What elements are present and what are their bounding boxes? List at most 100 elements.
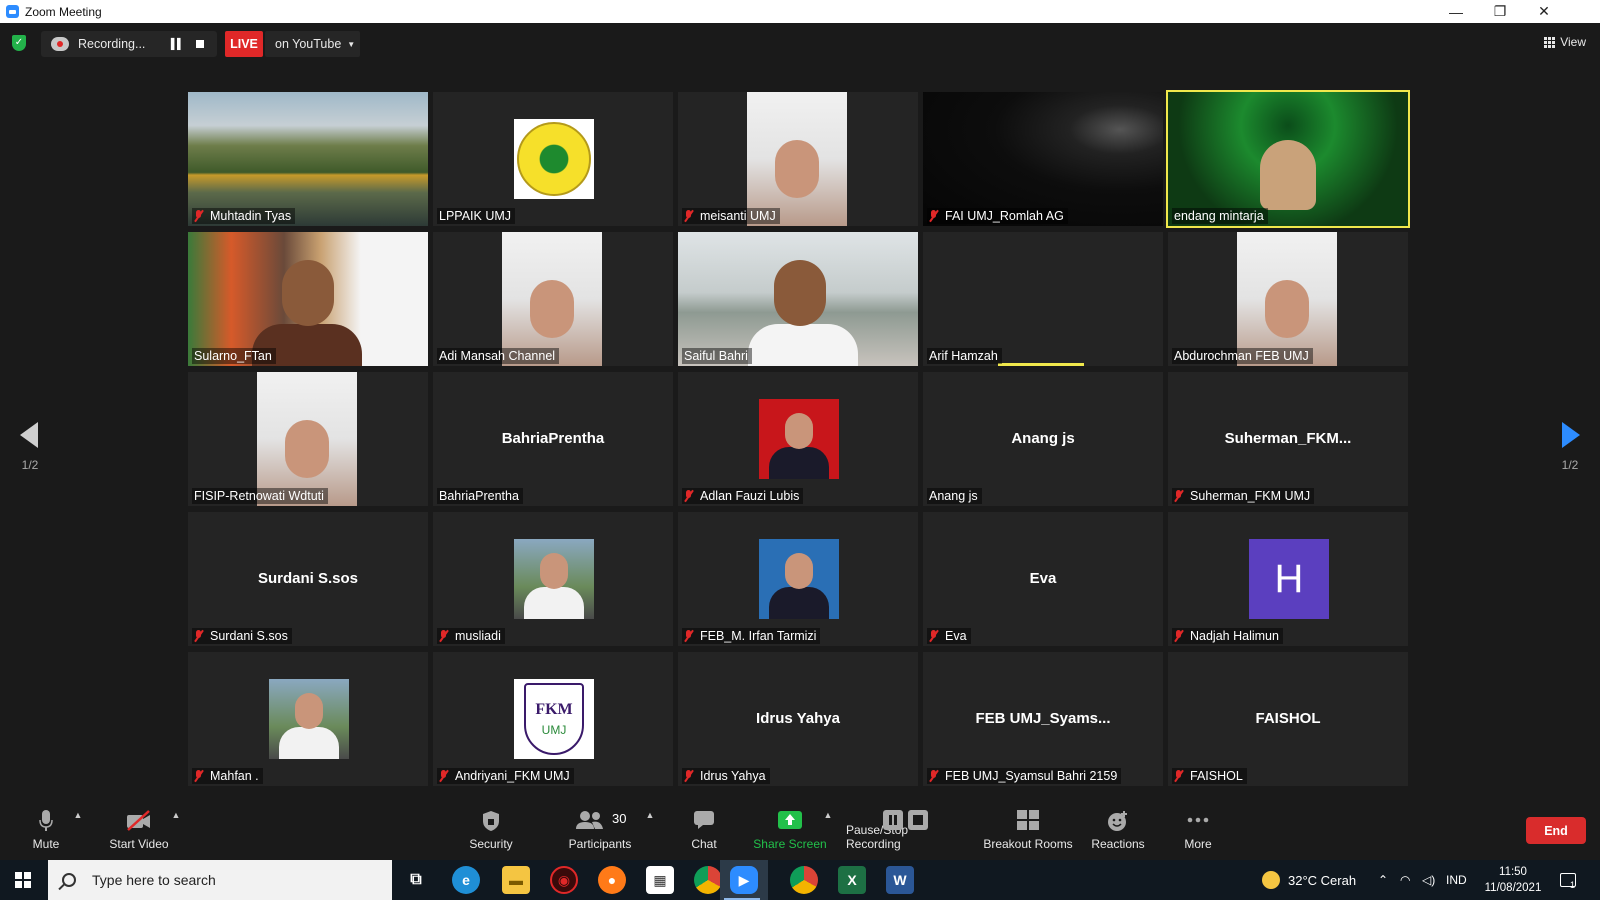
clock-time: 11:50: [1499, 866, 1527, 878]
share-screen-icon: [778, 811, 802, 829]
more-button[interactable]: More: [1180, 804, 1216, 856]
notification-center-icon[interactable]: 1: [1560, 860, 1576, 900]
participant-tile[interactable]: endang mintarja: [1166, 90, 1410, 228]
live-platform-dropdown[interactable]: on YouTube ▼: [265, 31, 360, 57]
participant-tile[interactable]: Adlan Fauzi Lubis: [678, 372, 918, 506]
file-explorer-icon[interactable]: ▬: [502, 866, 530, 894]
taskbar-search-box[interactable]: Type here to search: [48, 860, 392, 900]
participant-tile[interactable]: FAI UMJ_Romlah AG: [923, 92, 1163, 226]
participant-video: [188, 232, 428, 366]
edge-browser-icon[interactable]: e: [452, 866, 480, 894]
participant-tile[interactable]: Adi Mansah Channel: [433, 232, 673, 366]
share-screen-button[interactable]: Share Screen: [752, 804, 828, 856]
participants-options-button[interactable]: ▲: [644, 804, 656, 856]
participant-video: [188, 92, 428, 226]
arrow-right-icon: [1562, 422, 1580, 448]
chrome-profile-icon[interactable]: [790, 866, 818, 894]
participant-tile[interactable]: FEB_M. Irfan Tarmizi: [678, 512, 918, 646]
excel-icon[interactable]: X: [838, 866, 866, 894]
restore-button[interactable]: ❐: [1478, 0, 1522, 23]
participant-video: [678, 232, 918, 366]
view-button[interactable]: View: [1544, 35, 1586, 49]
tray-overflow-icon[interactable]: ⌃: [1378, 860, 1388, 900]
participants-button[interactable]: 30 Participants: [562, 804, 638, 856]
participant-face: [785, 553, 813, 589]
participant-tile[interactable]: musliadi: [433, 512, 673, 646]
chat-icon: [694, 811, 714, 829]
participant-name-label: Andriyani_FKM UMJ: [437, 768, 574, 784]
participant-name-label: Anang js: [927, 488, 982, 504]
more-dots-icon: [1187, 817, 1209, 823]
participant-tile[interactable]: Idrus Yahya Idrus Yahya: [678, 652, 918, 786]
pause-recording-icon[interactable]: ▌▌: [169, 37, 185, 51]
share-options-button[interactable]: ▲: [822, 804, 834, 856]
store-icon[interactable]: ▦: [646, 866, 674, 894]
start-video-button[interactable]: Start Video: [106, 804, 172, 856]
pause-stop-icon: [883, 810, 928, 830]
participant-tile[interactable]: LPPAIK UMJ: [433, 92, 673, 226]
chat-button[interactable]: Chat: [686, 804, 722, 856]
wifi-icon[interactable]: ◠: [1400, 860, 1410, 900]
participant-tile[interactable]: Suherman_FKM... Suherman_FKM UMJ: [1168, 372, 1408, 506]
zoom-taskbar-icon[interactable]: ▶: [730, 866, 758, 894]
pause-stop-recording-button[interactable]: Pause/Stop Recording: [846, 804, 966, 856]
participant-tile[interactable]: Saiful Bahri: [678, 232, 918, 366]
participant-name: Idrus Yahya: [700, 769, 766, 783]
participant-name: Surdani S.sos: [210, 629, 288, 643]
breakout-rooms-button[interactable]: Breakout Rooms: [982, 804, 1074, 856]
reactions-button[interactable]: Reactions: [1090, 804, 1146, 856]
clock-date: 11/08/2021: [1484, 882, 1542, 894]
speaker-icon[interactable]: ◁): [1422, 860, 1435, 900]
participant-photo: [759, 399, 839, 479]
participant-tile[interactable]: Sularno_FTan: [188, 232, 428, 366]
participant-tile[interactable]: Mahfan .: [188, 652, 428, 786]
participant-tile[interactable]: Abdurochman FEB UMJ: [1168, 232, 1408, 366]
participant-body: [769, 587, 829, 619]
fkm-logo: FKM UMJ: [514, 679, 594, 759]
end-meeting-button[interactable]: End: [1526, 817, 1586, 844]
participant-tile[interactable]: meisanti UMJ: [678, 92, 918, 226]
participant-tile[interactable]: FKM UMJ Andriyani_FKM UMJ: [433, 652, 673, 786]
participant-face: [540, 553, 568, 589]
taskbar-clock[interactable]: 11:50 11/08/2021: [1478, 864, 1548, 896]
participant-tile[interactable]: FEB UMJ_Syams... FEB UMJ_Syamsul Bahri 21…: [923, 652, 1163, 786]
close-button[interactable]: ✕: [1522, 0, 1566, 23]
participant-name-label: Adi Mansah Channel: [437, 348, 560, 364]
page-indicator-right: 1/2: [1561, 458, 1579, 472]
windows-start-icon[interactable]: [15, 872, 31, 888]
language-indicator[interactable]: IND: [1446, 860, 1467, 900]
video-options-button[interactable]: ▲: [170, 804, 182, 856]
chrome-icon[interactable]: [694, 866, 722, 894]
audio-options-button[interactable]: ▲: [72, 804, 84, 856]
mute-button[interactable]: Mute: [24, 804, 68, 856]
participant-face: [775, 140, 819, 198]
stop-recording-icon[interactable]: [196, 40, 204, 48]
security-button[interactable]: Security: [462, 804, 520, 856]
windows-taskbar: Type here to search ⧉ e ▬ ◉ ● ▦ ▶ X W 32…: [0, 860, 1600, 900]
muted-microphone-icon: [684, 490, 694, 502]
participant-name: Mahfan .: [210, 769, 259, 783]
participant-name-label: Suherman_FKM UMJ: [1172, 488, 1315, 504]
participant-tile[interactable]: FISIP-Retnowati Wdtuti: [188, 372, 428, 506]
previous-page-button[interactable]: 1/2: [16, 422, 44, 472]
next-page-button[interactable]: 1/2: [1556, 422, 1584, 472]
participant-tile[interactable]: Surdani S.sos Surdani S.sos: [188, 512, 428, 646]
weather-widget[interactable]: 32°C Cerah: [1262, 860, 1356, 900]
participants-count: 30: [612, 811, 627, 826]
participant-tile[interactable]: BahriaPrentha BahriaPrentha: [433, 372, 673, 506]
participant-tile[interactable]: H Nadjah Halimun: [1168, 512, 1408, 646]
participant-tile[interactable]: Arif Hamzah: [923, 232, 1163, 366]
participant-tile[interactable]: Eva Eva: [923, 512, 1163, 646]
minimize-button[interactable]: —: [1434, 0, 1478, 23]
participant-tile[interactable]: FAISHOL FAISHOL: [1168, 652, 1408, 786]
participant-name-label: FAISHOL: [1172, 768, 1247, 784]
participant-tile[interactable]: Anang js Anang js: [923, 372, 1163, 506]
app-red-icon[interactable]: ◉: [550, 866, 578, 894]
participant-tile[interactable]: Muhtadin Tyas: [188, 92, 428, 226]
participant-name-label: endang mintarja: [1172, 208, 1268, 224]
firefox-icon[interactable]: ●: [598, 866, 626, 894]
task-view-icon[interactable]: ⧉: [402, 866, 430, 894]
word-icon[interactable]: W: [886, 866, 914, 894]
weather-sun-icon: [1262, 871, 1280, 889]
encryption-shield-icon[interactable]: ✓: [12, 35, 26, 51]
